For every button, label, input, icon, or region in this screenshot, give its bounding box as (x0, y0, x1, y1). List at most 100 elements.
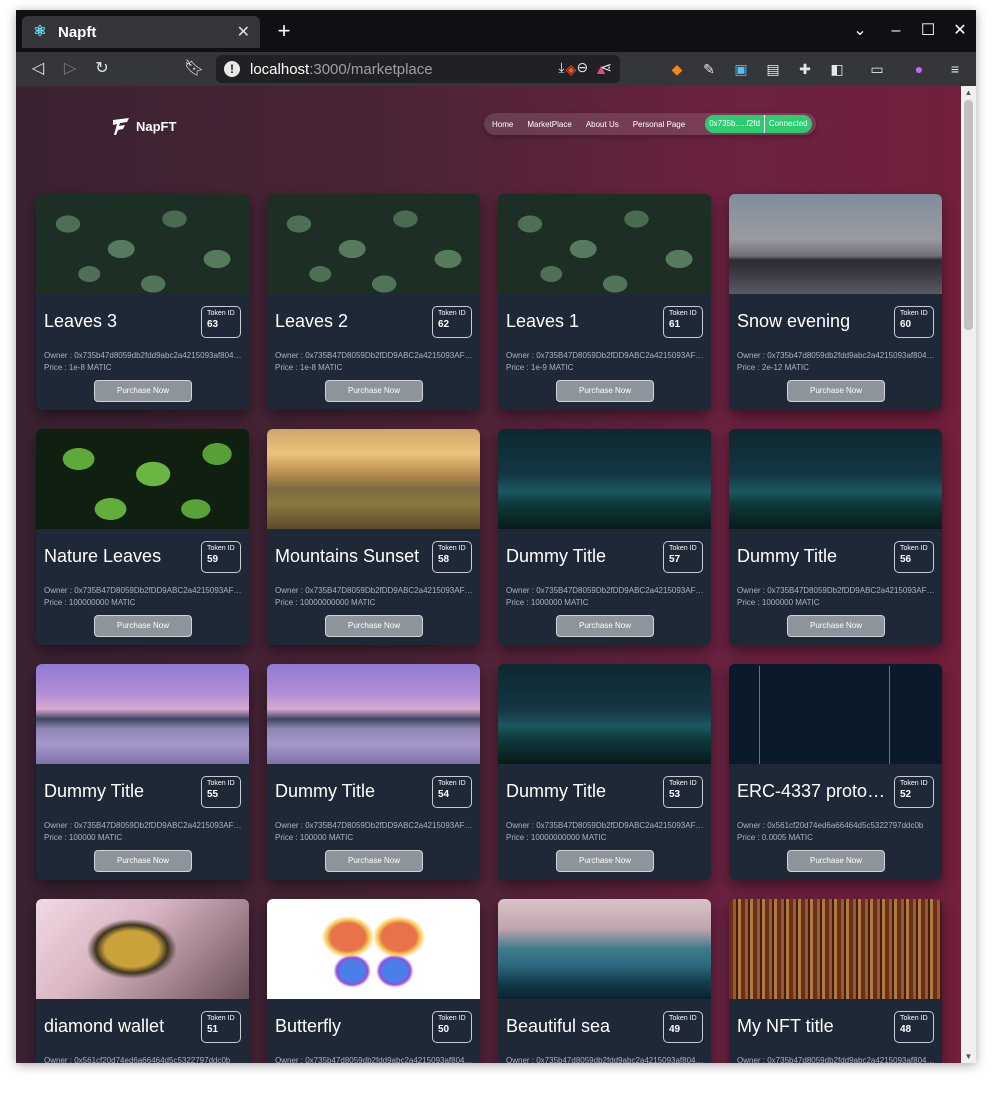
nft-image[interactable] (36, 194, 249, 294)
nft-image[interactable] (267, 899, 480, 999)
tab-list-icon[interactable]: ⌄ (848, 19, 872, 43)
token-id-badge: Token ID 48 (894, 1011, 934, 1043)
nft-image[interactable] (36, 429, 249, 529)
reload-icon[interactable]: ↻ (90, 57, 114, 81)
token-id-badge: Token ID 49 (663, 1011, 703, 1043)
token-id-value: 56 (900, 554, 912, 565)
profile-avatar[interactable]: ● (908, 57, 930, 81)
nft-title: Dummy Title (275, 781, 376, 801)
purchase-button[interactable]: Purchase Now (556, 850, 654, 872)
token-id-label: Token ID (207, 545, 235, 552)
token-id-value: 57 (669, 554, 681, 565)
tab-napft[interactable]: ⚛ Napft ✕ (22, 16, 260, 48)
tab-close-icon[interactable]: ✕ (237, 22, 250, 42)
nav-about-us[interactable]: About Us (586, 120, 633, 129)
nft-image[interactable] (36, 899, 249, 999)
purchase-button[interactable]: Purchase Now (94, 380, 192, 402)
nft-title: ERC-4337 protocol (737, 781, 887, 801)
purchase-button[interactable]: Purchase Now (556, 615, 654, 637)
nft-image[interactable] (498, 664, 711, 764)
purchase-button[interactable]: Purchase Now (787, 380, 885, 402)
nft-title: Dummy Title (506, 546, 607, 566)
site-info-icon[interactable]: ! (224, 61, 240, 77)
url-path: :3000/marketplace (309, 60, 433, 78)
close-window-icon[interactable]: ✕ (948, 19, 972, 43)
token-id-value: 62 (438, 319, 450, 330)
purchase-button[interactable]: Purchase Now (94, 850, 192, 872)
forward-icon[interactable]: ▷ (58, 57, 82, 81)
nav-marketplace[interactable]: MarketPlace (527, 120, 585, 129)
purchase-button[interactable]: Purchase Now (325, 850, 423, 872)
tab-manager-icon[interactable]: ▤ (762, 57, 784, 81)
nft-image[interactable] (498, 194, 711, 294)
nft-image[interactable] (36, 664, 249, 764)
brave-shield-icon[interactable]: ◈ (560, 57, 582, 81)
purchase-button[interactable]: Purchase Now (94, 615, 192, 637)
nft-price: Price : 10000000000 MATIC (275, 598, 376, 607)
maximize-icon[interactable]: ☐ (916, 19, 940, 43)
nav-personal-page[interactable]: Personal Page (633, 120, 699, 129)
sidebar-icon[interactable]: ◧ (826, 57, 848, 81)
nft-image[interactable] (729, 899, 942, 999)
nft-card[interactable]: Leaves 3 Token ID 63 Owner : 0x735b47d8059d… (36, 194, 249, 410)
nft-card[interactable]: Dummy Title Token ID 53 Owner : 0x735B47D80… (498, 664, 711, 880)
nft-price: Price : 1e-8 MATIC (44, 363, 112, 372)
nav-home[interactable]: Home (492, 120, 527, 129)
nft-card[interactable]: My NFT title Token ID 48 Owner : 0x735b47d8… (729, 899, 942, 1063)
scrollbar-thumb[interactable] (964, 100, 973, 330)
nft-title: Leaves 2 (275, 311, 349, 331)
purchase-button[interactable]: Purchase Now (556, 380, 654, 402)
nft-card[interactable]: Beautiful sea Token ID 49 Owner : 0x735b47d… (498, 899, 711, 1063)
nft-card[interactable]: diamond wallet Token ID 51 Owner : 0x561cf2… (36, 899, 249, 1063)
purchase-button[interactable]: Purchase Now (787, 615, 885, 637)
nft-card[interactable]: Dummy Title Token ID 54 Owner : 0x735B47D80… (267, 664, 480, 880)
nft-card[interactable]: Mountains Sunset Token ID 58 Owner : 0x735B… (267, 429, 480, 645)
menu-icon[interactable]: ≡ (944, 57, 966, 81)
nft-title: Mountains Sunset (275, 546, 420, 566)
nft-card[interactable]: ERC-4337 protocol Token ID 52 Owner : 0x561… (729, 664, 942, 880)
back-icon[interactable]: ◁ (26, 57, 50, 81)
nft-price: Price : 0.0005 MATIC (737, 833, 813, 842)
nft-image[interactable] (267, 194, 480, 294)
page-scrollbar[interactable]: ▲ ▼ (961, 86, 976, 1063)
minimize-icon[interactable]: – (884, 19, 908, 43)
wallet-connect-button[interactable]: 0x735b.....f2fd Connected (705, 115, 812, 133)
nft-card[interactable]: Dummy Title Token ID 55 Owner : 0x735B47D80… (36, 664, 249, 880)
brave-rewards-icon[interactable]: ▲ (590, 57, 612, 81)
purchase-button[interactable]: Purchase Now (325, 380, 423, 402)
token-id-label: Token ID (438, 780, 466, 787)
nft-card[interactable]: Leaves 2 Token ID 62 Owner : 0x735B47D8059D… (267, 194, 480, 410)
token-id-label: Token ID (669, 780, 697, 787)
save-icon[interactable]: ▣ (730, 57, 752, 81)
bookmark-icon[interactable]: 🔖︎ (182, 57, 206, 81)
purchase-button[interactable]: Purchase Now (787, 850, 885, 872)
new-tab-button[interactable]: + (272, 19, 296, 43)
nft-card[interactable]: Dummy Title Token ID 57 Owner : 0x735B47D80… (498, 429, 711, 645)
scroll-down-icon[interactable]: ▼ (961, 1052, 976, 1061)
token-id-label: Token ID (438, 310, 466, 317)
purchase-button[interactable]: Purchase Now (325, 615, 423, 637)
main-nav: Home MarketPlace About Us Personal Page … (484, 113, 816, 135)
token-id-badge: Token ID 62 (432, 306, 472, 338)
nft-image[interactable] (729, 429, 942, 529)
nft-image[interactable] (267, 429, 480, 529)
nft-image[interactable] (729, 664, 942, 764)
metamask-icon[interactable]: ◆ (666, 57, 688, 81)
wallet-icon[interactable]: ▭ (866, 57, 888, 81)
nft-title: Leaves 3 (44, 311, 118, 331)
eyedropper-icon[interactable]: ✎ (698, 57, 720, 81)
nft-card[interactable]: Nature Leaves Token ID 59 Owner : 0x735B47D… (36, 429, 249, 645)
nft-image[interactable] (267, 664, 480, 764)
nft-image[interactable] (729, 194, 942, 294)
nft-image[interactable] (498, 899, 711, 999)
nft-card[interactable]: Butterfly Token ID 50 Owner : 0x735b47d8059… (267, 899, 480, 1063)
extensions-icon[interactable]: ✚ (794, 57, 816, 81)
nft-image[interactable] (498, 429, 711, 529)
nft-card[interactable]: Dummy Title Token ID 56 Owner : 0x735B47D80… (729, 429, 942, 645)
token-id-badge: Token ID 63 (201, 306, 241, 338)
nft-card[interactable]: Snow evening Token ID 60 Owner : 0x735b47d8… (729, 194, 942, 410)
nft-card[interactable]: Leaves 1 Token ID 61 Owner : 0x735B47D8059D… (498, 194, 711, 410)
nft-price: Price : 100000 MATIC (275, 833, 354, 842)
site-logo[interactable]: NapFT (111, 115, 176, 137)
scroll-up-icon[interactable]: ▲ (961, 88, 976, 97)
